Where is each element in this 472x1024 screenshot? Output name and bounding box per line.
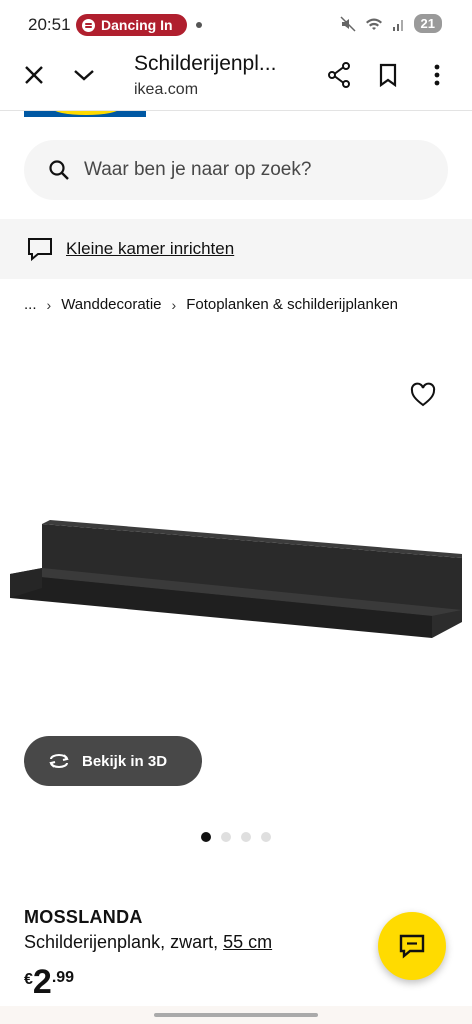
chevron-down-icon [74, 70, 94, 81]
product-image[interactable] [8, 518, 464, 644]
view-3d-button[interactable]: Bekijk in 3D [24, 736, 202, 786]
product-measurement-link[interactable]: 55 cm [223, 932, 272, 952]
spotify-icon [82, 18, 95, 32]
signal-icon [392, 19, 403, 31]
search-bar[interactable]: Waar ben je naar op zoek? [24, 140, 448, 200]
battery-badge: 21 [413, 14, 442, 33]
chevron-right-icon: › [171, 296, 177, 313]
view-3d-label: Bekijk in 3D [82, 752, 168, 770]
search-placeholder: Waar ben je naar op zoek? [84, 159, 312, 180]
bookmark-button[interactable] [371, 58, 405, 92]
status-time: 20:51 [28, 15, 71, 34]
status-bar: 20:51 Dancing In 21 [0, 0, 472, 52]
price-decimal: .99 [51, 969, 75, 986]
breadcrumb-ellipsis[interactable]: ... [24, 296, 37, 313]
chevron-right-icon: › [46, 296, 52, 313]
media-label: Dancing In [101, 17, 173, 33]
carousel-dot[interactable] [221, 832, 231, 842]
chat-button[interactable] [378, 912, 446, 980]
share-button[interactable] [322, 58, 356, 92]
home-indicator[interactable] [154, 1013, 318, 1017]
close-icon [25, 66, 43, 84]
chat-icon [399, 934, 425, 959]
wifi-icon [365, 18, 382, 30]
breadcrumb: ... › Wanddecoratie › Fotoplanken & schi… [24, 296, 398, 313]
carousel-dot[interactable] [241, 832, 251, 842]
carousel-dot[interactable] [261, 832, 271, 842]
breadcrumb-item[interactable]: Fotoplanken & schilderijplanken [186, 296, 398, 313]
image-carousel-dots [201, 832, 271, 842]
page-url: ikea.com [134, 81, 199, 98]
chat-icon [28, 238, 52, 262]
browser-toolbar: Schilderijenpl... ikea.com [0, 52, 472, 108]
search-icon [49, 160, 69, 180]
product-description-text: Schilderijenplank, zwart, [24, 932, 224, 952]
more-icon [434, 64, 440, 86]
notification-dot-icon [196, 22, 202, 28]
mute-icon [340, 15, 356, 32]
collapse-button[interactable] [67, 58, 101, 92]
media-pill[interactable]: Dancing In [76, 14, 187, 36]
close-button[interactable] [17, 58, 51, 92]
carousel-dot-active[interactable] [201, 832, 211, 842]
more-options-button[interactable] [420, 58, 454, 92]
breadcrumb-item[interactable]: Wanddecoratie [61, 296, 161, 313]
page-title: Schilderijenpl... [134, 52, 277, 75]
ikea-logo[interactable] [24, 111, 146, 117]
product-name: MOSSLANDA [24, 907, 143, 927]
product-price: € 2 .99 [24, 965, 74, 999]
share-icon [328, 62, 350, 88]
banner-link[interactable]: Kleine kamer inrichten [66, 239, 234, 259]
rotate-3d-icon [49, 754, 69, 768]
inspiration-banner[interactable]: Kleine kamer inrichten [0, 219, 472, 279]
favourite-button[interactable] [408, 380, 438, 410]
price-integer: 2 [32, 963, 52, 1001]
bookmark-icon [379, 63, 397, 87]
price-currency: € [24, 971, 33, 988]
status-icons: 21 [340, 14, 442, 33]
heart-icon [410, 382, 436, 407]
product-description: Schilderijenplank, zwart, 55 cm [24, 932, 272, 953]
